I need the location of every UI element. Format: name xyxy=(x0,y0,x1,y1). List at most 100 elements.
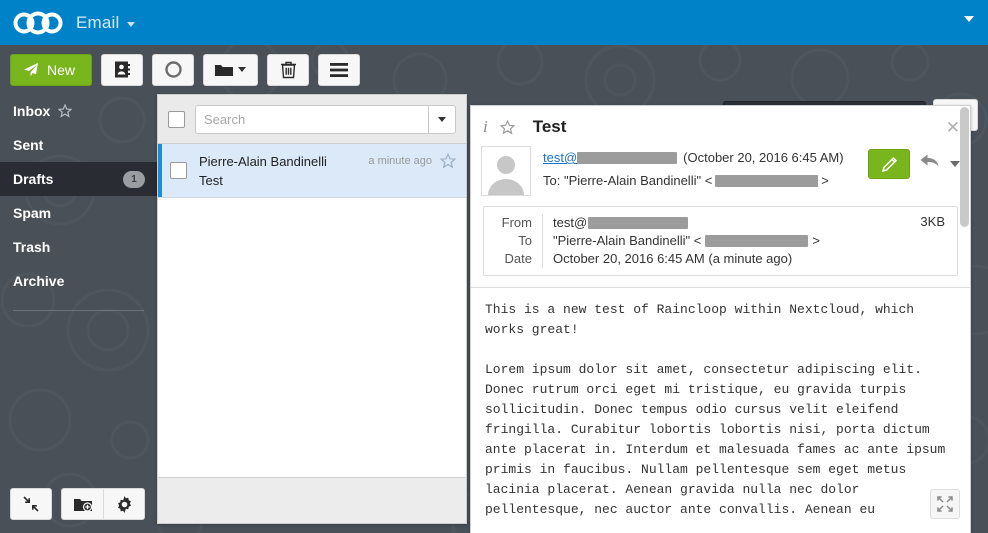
details-label-from: From xyxy=(501,215,532,230)
details-to-suffix: > xyxy=(812,233,820,248)
paper-plane-icon xyxy=(24,62,38,76)
sidebar-item-label: Archive xyxy=(13,273,65,289)
details-value-to: "Pierre-Alain Bandinelli" < > xyxy=(542,232,947,250)
delete-button[interactable] xyxy=(267,53,310,86)
message-summary: Pierre-Alain Bandinelli a minute ago Tes… xyxy=(199,153,456,188)
collapse-arrows-icon xyxy=(23,496,39,512)
sidebar-footer-group xyxy=(61,488,145,520)
details-value-from: test@ xyxy=(542,214,947,232)
details-row-date: Date October 20, 2016 6:45 AM (a minute … xyxy=(494,250,947,268)
avatar-placeholder-icon xyxy=(488,156,524,195)
expand-fullscreen-icon xyxy=(937,496,953,512)
star-icon xyxy=(499,119,515,135)
details-label-to: To xyxy=(518,233,532,248)
message-view-title-row: i Test ✕ xyxy=(481,114,960,140)
recipient-email-redacted xyxy=(715,174,819,187)
close-icon[interactable]: ✕ xyxy=(946,119,960,136)
sidebar-item-label: Sent xyxy=(13,137,44,153)
message-view-meta: test@ (October 20, 2016 6:45 AM) To: "Pi… xyxy=(543,146,868,196)
menu-button[interactable] xyxy=(318,53,361,86)
message-view-sender-row: test@ (October 20, 2016 6:45 AM) To: "Pi… xyxy=(481,146,960,196)
message-meta-row: Pierre-Alain Bandinelli a minute ago xyxy=(199,153,456,169)
message-date: (October 20, 2016 6:45 AM) xyxy=(683,150,844,165)
sidebar-item-sent[interactable]: Sent xyxy=(0,128,157,162)
message-details-box: From test@ To "Pierre-Alain Bandinelli" … xyxy=(483,206,958,276)
message-view-from-line: test@ (October 20, 2016 6:45 AM) xyxy=(543,150,868,165)
star-icon xyxy=(440,153,456,169)
details-from-text: test@ xyxy=(553,215,588,230)
recipient-prefix: To: "Pierre-Alain Bandinelli" < xyxy=(543,173,713,188)
sidebar-item-archive[interactable]: Archive xyxy=(0,264,157,298)
sidebar-footer xyxy=(10,488,145,520)
message-list-item[interactable]: Pierre-Alain Bandinelli a minute ago Tes… xyxy=(158,144,466,198)
search-dropdown-button[interactable] xyxy=(428,104,456,134)
sidebar-item-drafts[interactable]: Drafts 1 xyxy=(0,162,157,196)
chevron-down-icon xyxy=(238,67,247,72)
message-view-panel: i Test ✕ test@ (October 20, 2016 6:45 AM… xyxy=(470,105,971,533)
message-list-footer xyxy=(158,477,466,523)
add-folder-icon xyxy=(73,498,92,512)
star-icon xyxy=(58,104,73,118)
select-all-checkbox[interactable] xyxy=(168,110,185,128)
chevron-down-icon xyxy=(438,116,446,122)
trash-icon xyxy=(280,61,296,78)
refresh-button[interactable] xyxy=(152,53,195,86)
search-input[interactable] xyxy=(195,104,428,134)
details-from-redacted xyxy=(588,217,689,229)
sender-email-link[interactable]: test@ xyxy=(543,150,577,165)
top-bar: Email xyxy=(0,0,988,45)
details-value-date: October 20, 2016 6:45 AM (a minute ago) xyxy=(542,250,947,268)
message-subject: Test xyxy=(199,173,223,188)
sidebar-item-inbox[interactable]: Inbox xyxy=(0,94,157,128)
settings-button[interactable] xyxy=(103,488,145,520)
message-view-actions xyxy=(868,146,960,196)
details-to-prefix: "Pierre-Alain Bandinelli" < xyxy=(553,233,702,248)
collapse-sidebar-button[interactable] xyxy=(10,488,52,520)
details-to-redacted xyxy=(705,235,809,247)
reply-options-chevron-down-icon[interactable] xyxy=(950,161,960,167)
contacts-button[interactable] xyxy=(101,53,144,86)
gear-icon xyxy=(117,495,131,513)
main-toolbar: New xyxy=(0,45,988,131)
sender-email-redacted xyxy=(577,151,678,164)
expand-fullscreen-button[interactable] xyxy=(930,489,960,519)
message-body-text: This is a new test of Raincloop within N… xyxy=(485,302,946,517)
message-list-header xyxy=(158,95,466,144)
sidebar-item-trash[interactable]: Trash xyxy=(0,230,157,264)
folder-sidebar: Inbox Sent Drafts 1 Spam Trash Archive xyxy=(0,94,157,533)
app-title[interactable]: Email xyxy=(76,13,120,33)
message-checkbox[interactable] xyxy=(170,162,187,179)
hamburger-menu-icon xyxy=(330,62,349,77)
sidebar-item-label: Trash xyxy=(13,239,51,255)
sidebar-divider xyxy=(13,310,144,311)
topbar-chevron-down-icon[interactable] xyxy=(964,16,974,22)
info-icon[interactable]: i xyxy=(481,117,490,137)
folder-actions-button[interactable] xyxy=(203,53,259,86)
nextcloud-logo[interactable] xyxy=(12,10,64,36)
details-label-date: Date xyxy=(504,251,532,266)
reply-arrow-icon xyxy=(920,154,939,167)
message-body-scrollbar[interactable] xyxy=(960,107,969,227)
email-app-window: Email New Inbox Sent Drafts 1 Spam Trash… xyxy=(0,0,988,533)
message-view-header: i Test ✕ test@ (October 20, 2016 6:45 AM… xyxy=(471,106,970,196)
message-view-to-line: To: "Pierre-Alain Bandinelli" < > xyxy=(543,173,868,188)
edit-message-button[interactable] xyxy=(868,149,910,179)
sidebar-item-badge: 1 xyxy=(123,170,145,188)
sidebar-item-label: Spam xyxy=(13,205,52,221)
new-message-label: New xyxy=(47,61,76,78)
add-folder-button[interactable] xyxy=(61,488,103,520)
details-row-from: From test@ xyxy=(494,214,947,232)
new-message-button[interactable]: New xyxy=(10,53,93,86)
avatar xyxy=(481,146,531,196)
sidebar-item-spam[interactable]: Spam xyxy=(0,196,157,230)
address-book-icon xyxy=(115,61,131,78)
sidebar-item-label: Inbox xyxy=(13,103,51,119)
folder-icon xyxy=(215,64,234,76)
page-title: Test xyxy=(532,117,567,136)
message-time: a minute ago xyxy=(368,155,432,167)
message-sender: Pierre-Alain Bandinelli xyxy=(199,153,327,169)
pencil-icon xyxy=(881,156,897,172)
chevron-down-icon[interactable] xyxy=(126,21,135,27)
recipient-suffix: > xyxy=(821,173,829,188)
message-list-panel: Pierre-Alain Bandinelli a minute ago Tes… xyxy=(157,94,467,524)
